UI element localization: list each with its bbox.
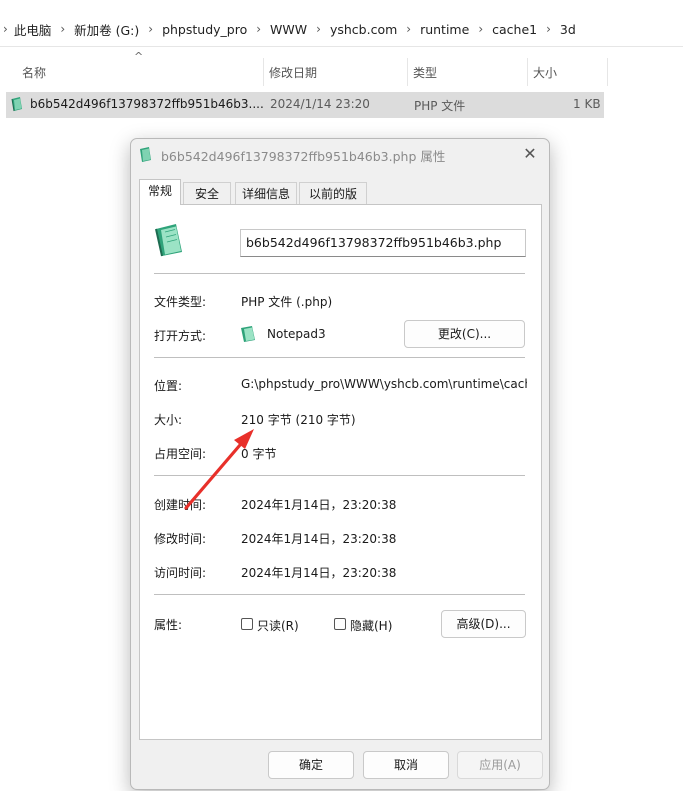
file-modified: 2024/1/14 23:20 <box>270 97 370 111</box>
filename-field[interactable]: b6b542d496f13798372ffb951b46b3.php <box>240 229 526 257</box>
file-name: b6b542d496f13798372ffb951b46b3.... <box>30 97 264 111</box>
divider <box>154 357 525 358</box>
notepad-file-icon <box>11 97 22 112</box>
breadcrumb-item-www[interactable]: WWW <box>270 22 307 37</box>
chevron-right-icon[interactable]: › <box>60 22 65 36</box>
file-type-value: PHP 文件 (.php) <box>241 295 333 309</box>
properties-dialog: b6b542d496f13798372ffb951b46b3.php 属性 ✕ … <box>130 138 550 790</box>
column-header-size-label: 大小 <box>533 65 558 80</box>
chevron-right-icon[interactable]: › <box>256 22 261 36</box>
tab-previous-versions[interactable]: 以前的版本 <box>299 182 367 223</box>
file-size: 1 KB <box>573 97 601 111</box>
created-label: 创建时间: <box>154 498 207 512</box>
breadcrumb-item-this-pc[interactable]: 此电脑 <box>14 20 52 39</box>
ok-button[interactable]: 确定 <box>268 751 354 779</box>
opens-with-label: 打开方式: <box>154 329 207 343</box>
location-value: G:\phpstudy_pro\WWW\yshcb.com\runtime\ca… <box>241 377 527 391</box>
file-type-label: 文件类型: <box>154 295 207 309</box>
divider <box>154 594 525 595</box>
column-header-type-label: 类型 <box>413 65 438 80</box>
breadcrumb-item-drive[interactable]: 新加卷 (G:) <box>74 20 139 39</box>
hidden-checkbox[interactable] <box>334 618 346 630</box>
change-button[interactable]: 更改(C)... <box>404 320 525 348</box>
column-header-modified-label: 修改日期 <box>269 65 318 80</box>
tab-details[interactable]: 详细信息 <box>235 182 297 204</box>
close-icon[interactable]: ✕ <box>519 143 541 165</box>
dialog-titlebar[interactable]: b6b542d496f13798372ffb951b46b3.php 属性 ✕ <box>131 139 549 169</box>
advanced-button[interactable]: 高级(D)... <box>441 610 526 638</box>
general-tab-panel: b6b542d496f13798372ffb951b46b3.php 文件类型:… <box>139 204 542 740</box>
file-type: PHP 文件 <box>414 99 466 113</box>
size-value: 210 字节 (210 字节) <box>241 413 356 427</box>
divider <box>154 273 525 274</box>
chevron-right-icon[interactable]: › <box>316 22 321 36</box>
chevron-right-icon[interactable]: › <box>546 22 551 36</box>
chevron-right-icon[interactable]: › <box>3 22 8 36</box>
chevron-right-icon[interactable]: › <box>148 22 153 36</box>
modified-value: 2024年1月14日，23:20:38 <box>241 532 397 546</box>
breadcrumb-item-3d[interactable]: 3d <box>560 22 576 37</box>
accessed-label: 访问时间: <box>154 566 207 580</box>
cancel-button[interactable]: 取消 <box>363 751 449 779</box>
column-header-name[interactable]: 名称 <box>18 58 264 86</box>
divider <box>154 475 525 476</box>
file-list-row[interactable]: b6b542d496f13798372ffb951b46b3.... 2024/… <box>6 92 604 118</box>
attributes-label: 属性: <box>154 618 183 632</box>
hidden-checkbox-label[interactable]: 隐藏(H) <box>350 617 392 634</box>
opens-with-value: Notepad3 <box>267 327 326 341</box>
modified-label: 修改时间: <box>154 532 207 546</box>
column-header-type[interactable]: 类型 <box>409 58 528 86</box>
readonly-checkbox[interactable] <box>241 618 253 630</box>
column-header-modified[interactable]: 修改日期 <box>265 58 408 86</box>
notepad-file-icon <box>140 147 151 162</box>
accessed-value: 2024年1月14日，23:20:38 <box>241 566 397 580</box>
breadcrumb: › 此电脑 › 新加卷 (G:) › phpstudy_pro › WWW › … <box>0 12 683 47</box>
breadcrumb-item-phpstudy[interactable]: phpstudy_pro <box>162 22 247 37</box>
notepad3-app-icon <box>241 326 255 342</box>
column-header-name-label: 名称 <box>22 65 47 80</box>
breadcrumb-item-runtime[interactable]: runtime <box>420 22 469 37</box>
tab-security[interactable]: 安全 <box>183 182 231 204</box>
created-value: 2024年1月14日，23:20:38 <box>241 498 397 512</box>
column-header-size[interactable]: 大小 <box>529 58 608 86</box>
size-on-disk-label: 占用空间: <box>154 447 207 461</box>
breadcrumb-item-site[interactable]: yshcb.com <box>330 22 397 37</box>
apply-button[interactable]: 应用(A) <box>457 751 543 779</box>
chevron-right-icon[interactable]: › <box>478 22 483 36</box>
dialog-title: b6b542d496f13798372ffb951b46b3.php 属性 <box>161 149 446 164</box>
readonly-checkbox-label[interactable]: 只读(R) <box>257 617 299 634</box>
tab-general[interactable]: 常规 <box>139 179 181 205</box>
size-label: 大小: <box>154 413 183 427</box>
breadcrumb-item-cache1[interactable]: cache1 <box>492 22 537 37</box>
size-on-disk-value: 0 字节 <box>241 447 277 461</box>
chevron-right-icon[interactable]: › <box>406 22 411 36</box>
location-label: 位置: <box>154 379 183 393</box>
notepad-file-icon <box>155 224 182 257</box>
